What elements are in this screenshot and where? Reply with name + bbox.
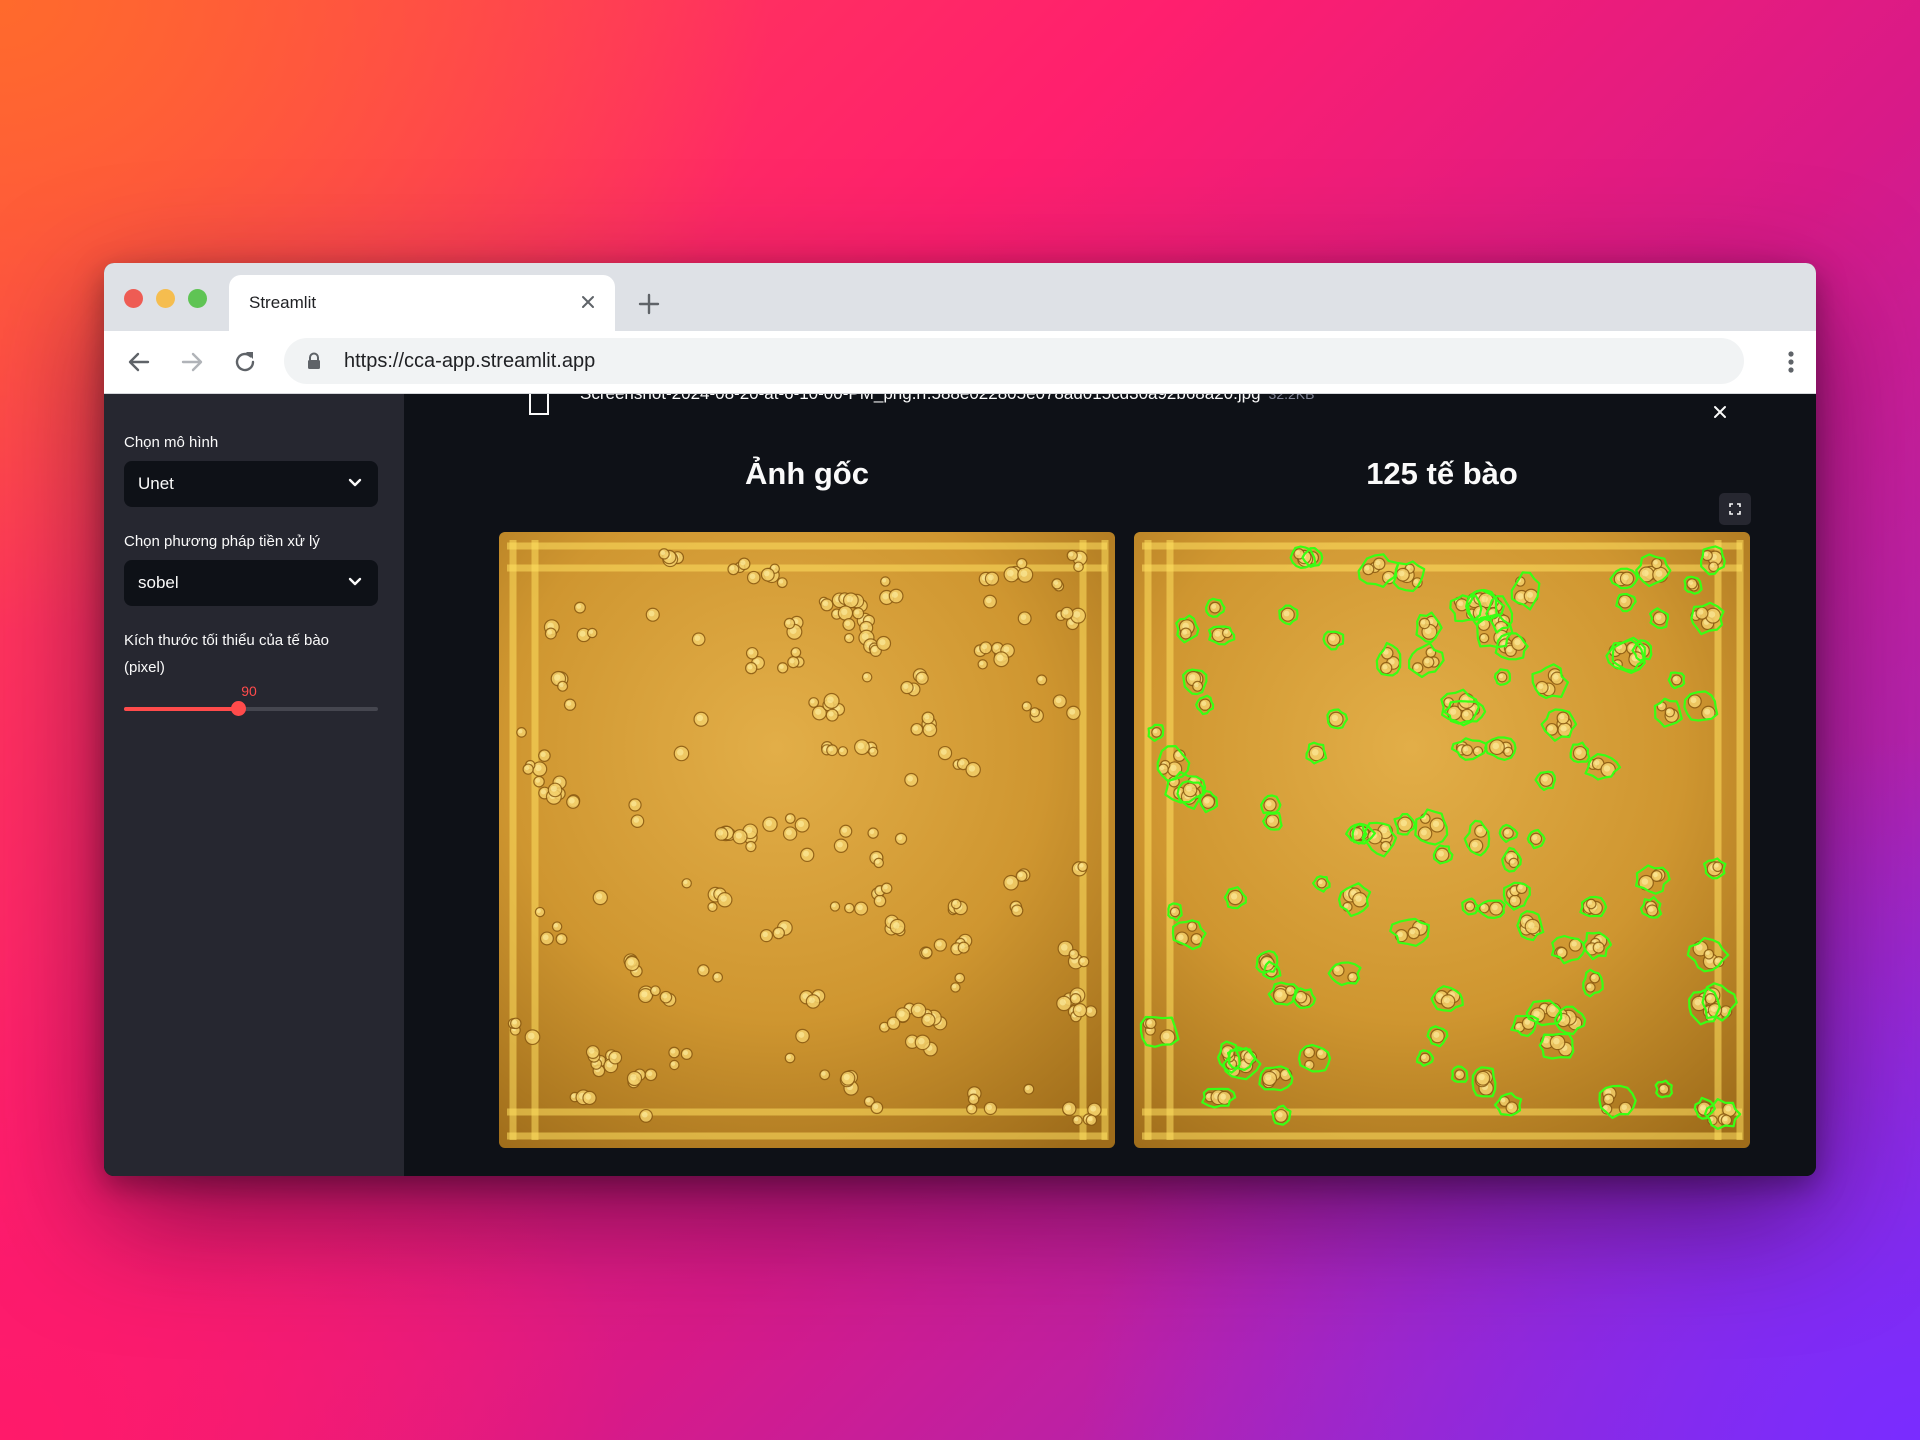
back-arrow-icon[interactable]	[124, 347, 154, 377]
preprocess-select-label: Chọn phương pháp tiền xử lý	[124, 533, 320, 550]
min-size-slider-fill	[124, 707, 239, 711]
close-tab-icon[interactable]	[577, 291, 599, 313]
tab-title: Streamlit	[249, 293, 317, 312]
browser-toolbar: https://cca-app.streamlit.app	[104, 331, 1816, 394]
lock-icon	[308, 352, 320, 369]
min-size-slider[interactable]	[124, 701, 378, 716]
remove-file-icon[interactable]	[1712, 404, 1728, 420]
preprocess-select[interactable]: sobel	[124, 560, 378, 606]
model-select-label: Chọn mô hình	[124, 434, 219, 451]
min-size-label-unit: (pixel)	[124, 659, 165, 676]
min-size-slider-thumb[interactable]	[231, 701, 247, 716]
forward-arrow-icon[interactable]	[177, 347, 207, 377]
result-image-title: 125 tế bào	[1366, 456, 1518, 491]
app-content: Chọn mô hình Unet Chọn phương pháp tiền …	[104, 394, 1816, 1176]
uploaded-file: Screenshot-2024-08-20-at-6-10-00-PM_png.…	[404, 394, 1816, 424]
chevron-down-icon	[348, 478, 362, 487]
file-icon	[529, 394, 549, 415]
reload-icon[interactable]	[230, 347, 260, 377]
chevron-down-icon	[348, 577, 362, 586]
tab-strip: Streamlit	[104, 263, 1816, 331]
new-tab-icon[interactable]	[635, 290, 663, 318]
maximize-window-button[interactable]	[188, 289, 207, 308]
url-text: https://cca-app.streamlit.app	[344, 350, 596, 372]
min-size-slider-value: 90	[241, 683, 257, 699]
original-image-title: Ảnh gốc	[745, 456, 869, 491]
fullscreen-icon	[1729, 503, 1741, 515]
address-bar[interactable]: https://cca-app.streamlit.app	[284, 338, 1744, 384]
fullscreen-button[interactable]	[1719, 493, 1751, 525]
close-window-button[interactable]	[124, 289, 143, 308]
file-size: 32.2KB	[1268, 394, 1315, 402]
more-options-icon[interactable]	[1786, 347, 1796, 377]
sidebar: Chọn mô hình Unet Chọn phương pháp tiền …	[104, 394, 404, 1176]
browser-window: Streamlit https://cca-app.streamlit.app	[104, 263, 1816, 1176]
preprocess-select-value: sobel	[138, 573, 179, 592]
model-select-value: Unet	[138, 474, 174, 493]
browser-tab[interactable]: Streamlit	[229, 275, 615, 331]
window-controls	[124, 289, 207, 308]
model-select[interactable]: Unet	[124, 461, 378, 507]
min-size-label: Kích thước tối thiểu của tế bào	[124, 632, 329, 649]
main-area: Screenshot-2024-08-20-at-6-10-00-PM_png.…	[404, 394, 1816, 1176]
minimize-window-button[interactable]	[156, 289, 175, 308]
segmented-image	[1134, 532, 1750, 1148]
original-image	[499, 532, 1115, 1148]
file-name: Screenshot-2024-08-20-at-6-10-00-PM_png.…	[580, 394, 1261, 403]
